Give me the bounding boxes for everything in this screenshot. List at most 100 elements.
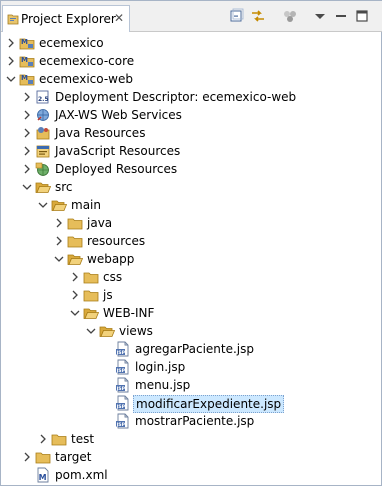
tree-item-label: agregarPaciente.jsp bbox=[135, 342, 255, 356]
minimize-icon[interactable] bbox=[333, 8, 349, 24]
web-services-icon bbox=[37, 109, 49, 121]
tree-item[interactable]: target bbox=[1, 448, 382, 466]
tree-item[interactable]: JavaScript Resources bbox=[1, 142, 382, 160]
chevron-right-icon[interactable] bbox=[53, 235, 65, 247]
chevron-right-icon[interactable] bbox=[5, 55, 17, 67]
folder-icon bbox=[67, 218, 83, 230]
tree-item-label: menu.jsp bbox=[135, 378, 191, 392]
tree-item[interactable]: Mecemexico-core bbox=[1, 52, 382, 70]
chevron-right-icon[interactable] bbox=[69, 271, 81, 283]
tree-item-label: JAX-WS Web Services bbox=[55, 108, 182, 122]
tree-item[interactable]: JSP menu.jsp bbox=[1, 376, 382, 394]
tree-item-label: main bbox=[71, 198, 101, 212]
tree-item[interactable]: main bbox=[1, 196, 382, 214]
folder-open-icon bbox=[35, 182, 51, 193]
tree-item-label: src bbox=[55, 180, 73, 194]
svg-text:M: M bbox=[39, 473, 47, 482]
tree-item[interactable]: 2.5 Deployment Descriptor: ecemexico-web bbox=[1, 88, 382, 106]
javascript-resources-icon bbox=[36, 145, 50, 158]
folder-icon bbox=[35, 452, 51, 464]
tree-item[interactable]: resources bbox=[1, 232, 382, 250]
tree-item-label: test bbox=[71, 432, 95, 446]
maven-pom-icon: M bbox=[37, 467, 49, 483]
tree-item-label: resources bbox=[87, 234, 146, 248]
tree-item[interactable]: JSP mostrarPaciente.jsp bbox=[1, 412, 382, 430]
jsp-file-icon: JSP bbox=[116, 341, 129, 357]
tree-item-label: modificarExpediente.jsp bbox=[133, 395, 285, 413]
folder-open-icon bbox=[51, 200, 67, 211]
chevron-right-icon[interactable] bbox=[21, 145, 33, 157]
tree-item[interactable]: Deployed Resources bbox=[1, 160, 382, 178]
chevron-right-icon[interactable] bbox=[53, 217, 65, 229]
chevron-right-icon[interactable] bbox=[21, 109, 33, 121]
chevron-down-icon[interactable] bbox=[53, 253, 65, 265]
maven-project-icon: M bbox=[19, 56, 35, 68]
tree-item[interactable]: Mecemexico bbox=[1, 34, 382, 52]
folder-icon bbox=[51, 434, 67, 446]
tree-item-label: target bbox=[55, 450, 92, 464]
svg-text:M: M bbox=[21, 74, 28, 82]
jsp-file-icon: JSP bbox=[116, 395, 129, 411]
tree-item-label: webapp bbox=[87, 252, 135, 266]
chevron-right-icon[interactable] bbox=[21, 127, 33, 139]
tab-label: Project Explorer bbox=[21, 12, 116, 26]
svg-text:M: M bbox=[21, 56, 28, 64]
folder-icon bbox=[83, 272, 99, 284]
maven-project-icon: M bbox=[19, 74, 35, 86]
tree-item[interactable]: JAX-WS Web Services bbox=[1, 106, 382, 124]
tree-item[interactable]: WEB-INF bbox=[1, 304, 382, 322]
svg-text:2.5: 2.5 bbox=[38, 96, 49, 103]
svg-text:JSP: JSP bbox=[116, 422, 126, 428]
tree-item[interactable]: js bbox=[1, 286, 382, 304]
tree-item-label: JavaScript Resources bbox=[55, 144, 181, 158]
jsp-file-icon: JSP bbox=[116, 377, 129, 393]
chevron-down-icon[interactable] bbox=[69, 307, 81, 319]
chevron-right-icon[interactable] bbox=[21, 91, 33, 103]
tab-project-explorer[interactable]: Project Explorer ✕ bbox=[2, 5, 130, 32]
tree-item[interactable]: webapp bbox=[1, 250, 382, 268]
tree-item-label: mostrarPaciente.jsp bbox=[135, 414, 255, 428]
tree-item-label: css bbox=[103, 270, 123, 284]
chevron-right-icon[interactable] bbox=[69, 289, 81, 301]
deployed-resources-icon bbox=[35, 162, 49, 176]
tree-item-label: views bbox=[119, 324, 153, 338]
tree-item[interactable]: JSP modificarExpediente.jsp bbox=[1, 394, 382, 413]
svg-text:JSP: JSP bbox=[116, 350, 126, 356]
tree-item[interactable]: views bbox=[1, 322, 382, 340]
chevron-right-icon[interactable] bbox=[21, 451, 33, 463]
tree-item-label: ecemexico-web bbox=[39, 72, 133, 86]
maven-project-icon: M bbox=[19, 38, 35, 50]
folder-open-icon bbox=[99, 326, 115, 337]
tree-item[interactable]: test bbox=[1, 430, 382, 448]
tree-item-label: Deployment Descriptor: ecemexico-web bbox=[55, 90, 297, 104]
jsp-file-icon: JSP bbox=[116, 359, 129, 375]
tree-item[interactable]: Java Resources bbox=[1, 124, 382, 142]
chevron-right-icon[interactable] bbox=[37, 433, 49, 445]
tree-item[interactable]: Mpom.xml bbox=[1, 466, 382, 484]
link-with-editor-icon[interactable] bbox=[250, 8, 266, 24]
chevron-down-icon[interactable] bbox=[5, 73, 17, 85]
maximize-icon[interactable] bbox=[354, 8, 370, 24]
chevron-down-icon[interactable] bbox=[85, 325, 97, 337]
chevron-right-icon[interactable] bbox=[5, 37, 17, 49]
filters-icon[interactable] bbox=[282, 8, 298, 24]
tree-item-label: Deployed Resources bbox=[55, 162, 178, 176]
chevron-down-icon[interactable] bbox=[21, 181, 33, 193]
tree-item-label: WEB-INF bbox=[103, 306, 155, 320]
close-icon[interactable]: ✕ bbox=[113, 11, 125, 25]
tree-item[interactable]: JSP agregarPaciente.jsp bbox=[1, 340, 382, 358]
tree-item[interactable]: java bbox=[1, 214, 382, 232]
tree-item-label: ecemexico-core bbox=[39, 54, 135, 68]
project-explorer-view: Project Explorer ✕ Mecemexico Mecemexico… bbox=[0, 0, 382, 486]
folder-icon bbox=[83, 290, 99, 302]
view-menu-icon[interactable] bbox=[312, 8, 328, 24]
chevron-right-icon[interactable] bbox=[21, 163, 33, 175]
tree-item[interactable]: css bbox=[1, 268, 382, 286]
tree-item[interactable]: Mecemexico-web bbox=[1, 70, 382, 88]
tree-item[interactable]: JSP login.jsp bbox=[1, 358, 382, 376]
svg-text:JSP: JSP bbox=[116, 386, 126, 392]
chevron-down-icon[interactable] bbox=[37, 199, 49, 211]
tree-item[interactable]: src bbox=[1, 178, 382, 196]
collapse-all-icon[interactable] bbox=[229, 8, 245, 24]
tree-item-label: js bbox=[103, 288, 113, 302]
